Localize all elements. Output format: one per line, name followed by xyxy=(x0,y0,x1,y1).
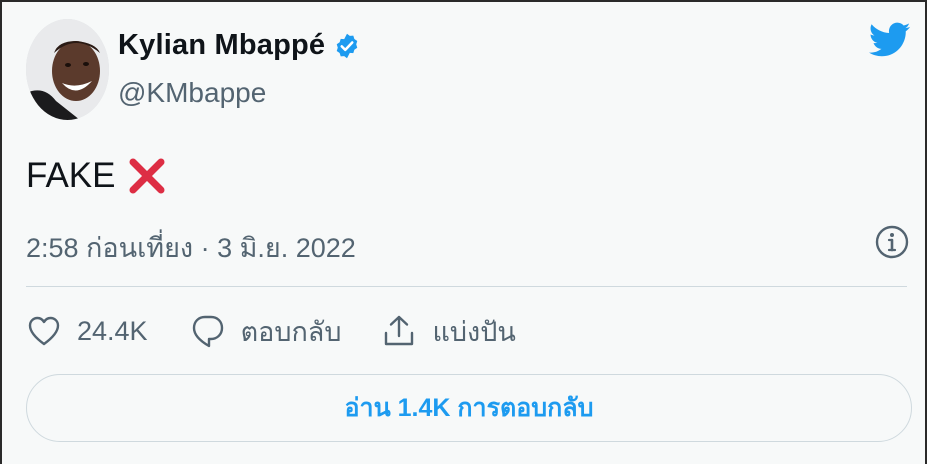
tweet-card: Kylian Mbappé @KMbappe FAKE 2:58 ก่อนเที… xyxy=(0,0,927,464)
avatar-photo xyxy=(26,19,109,120)
twitter-bird-icon[interactable] xyxy=(869,22,911,58)
reply-label: ตอบกลับ xyxy=(240,316,342,347)
author-name-row[interactable]: Kylian Mbappé xyxy=(118,29,361,62)
share-icon xyxy=(385,315,414,346)
read-replies-button[interactable]: อ่าน 1.4K การตอบกลับ xyxy=(26,374,912,442)
info-icon[interactable] xyxy=(874,224,910,260)
cross-mark-icon xyxy=(129,158,165,194)
share-label: แบ่งปัน xyxy=(432,316,516,347)
share-button[interactable]: แบ่งปัน xyxy=(381,310,516,353)
like-button[interactable]: 24.4K xyxy=(26,313,148,349)
read-replies-label: อ่าน 1.4K การตอบกลับ xyxy=(344,394,594,422)
divider xyxy=(26,286,907,287)
action-bar: 24.4K ตอบกลับ แบ่งปัน xyxy=(26,309,516,353)
tweet-text: FAKE xyxy=(26,156,167,196)
tweet-text-content: FAKE xyxy=(26,156,116,195)
reply-button[interactable]: ตอบกลับ xyxy=(190,310,342,353)
tweet-timestamp[interactable]: 2:58 ก่อนเที่ยง · 3 มิ.ย. 2022 xyxy=(26,226,356,269)
reply-bubble-icon xyxy=(192,315,223,348)
author-handle[interactable]: @KMbappe xyxy=(118,77,266,109)
heart-icon xyxy=(28,316,60,346)
avatar[interactable] xyxy=(26,19,109,120)
author-name[interactable]: Kylian Mbappé xyxy=(118,29,325,62)
like-count: 24.4K xyxy=(77,315,148,346)
verified-badge-icon xyxy=(336,33,358,58)
